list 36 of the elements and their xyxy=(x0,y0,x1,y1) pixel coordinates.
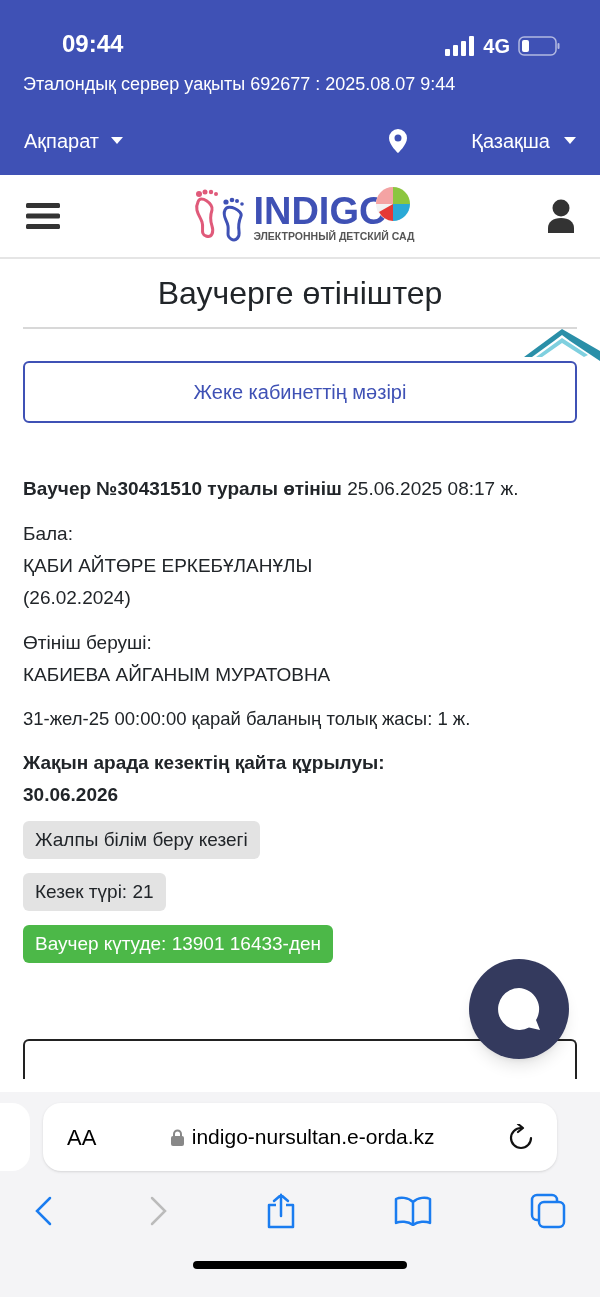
corner-decoration-icon xyxy=(524,329,600,361)
status-tag: Жалпы білім беру кезегі xyxy=(23,821,260,859)
caret-icon xyxy=(111,137,123,144)
language-menu[interactable]: Қазақша xyxy=(471,125,576,156)
page-title: Ваучерге өтініштер xyxy=(157,277,443,309)
caret-icon xyxy=(564,137,576,144)
map-pin-icon[interactable] xyxy=(389,128,408,153)
status-tag: Кезек түрі: 21 xyxy=(23,873,166,911)
server-time: Эталондық сервер уақыты 692677 : 2025.08.07 9:44 xyxy=(23,72,456,96)
signal-icon xyxy=(445,36,476,56)
applicant-label: Өтініш беруші: xyxy=(23,631,153,655)
address-bar[interactable]: AA indigo-nursultan.e-orda.kz xyxy=(43,1103,557,1171)
lock-icon xyxy=(170,1128,184,1146)
book-icon[interactable] xyxy=(394,1196,432,1226)
application-title: Ваучер №30431510 туралы өтініш 25.06.2025 08:17 ж. xyxy=(23,477,520,501)
queue-rebuild-date: Жақын арада кезектің қайта құрылуы: 30.06.2026 xyxy=(23,751,386,807)
applicant-name: КАБИЕВА АЙГАНЫМ МУРАТОВНА xyxy=(23,663,332,687)
info-menu[interactable]: Ақпарат xyxy=(24,125,123,156)
battery-icon xyxy=(518,36,560,56)
tabs-icon[interactable] xyxy=(530,1193,566,1229)
reload-icon[interactable] xyxy=(509,1124,533,1150)
child-name: ҚАБИ АЙТӨРЕ ЕРКЕБҰЛАНҰЛЫ (26.02.2024) xyxy=(23,554,314,610)
user-icon[interactable] xyxy=(548,199,574,233)
status-tag: Ваучер күтуде: 13901 16433-ден xyxy=(23,925,334,963)
network-type: 4G xyxy=(483,36,510,56)
back-icon[interactable] xyxy=(34,1196,52,1226)
text-size-button[interactable]: AA xyxy=(67,1120,97,1154)
url-text: indigo-nursultan.e-orda.kz xyxy=(191,1124,435,1151)
child-label: Бала: xyxy=(23,522,74,546)
logo-subtitle: ЭЛЕКТРОННЫЙ ДЕТСКИЙ САД xyxy=(253,230,415,242)
age-note: 31-жел-25 00:00:00 қарай баланың толық жасы: 1 ж. xyxy=(23,707,472,731)
clock: 09:44 xyxy=(62,32,124,56)
share-icon[interactable] xyxy=(266,1193,296,1229)
menu-icon[interactable] xyxy=(26,203,60,229)
chat-bubble-icon xyxy=(496,986,542,1032)
cabinet-menu-button[interactable]: Жеке кабинеттің мәзірі xyxy=(23,361,577,423)
